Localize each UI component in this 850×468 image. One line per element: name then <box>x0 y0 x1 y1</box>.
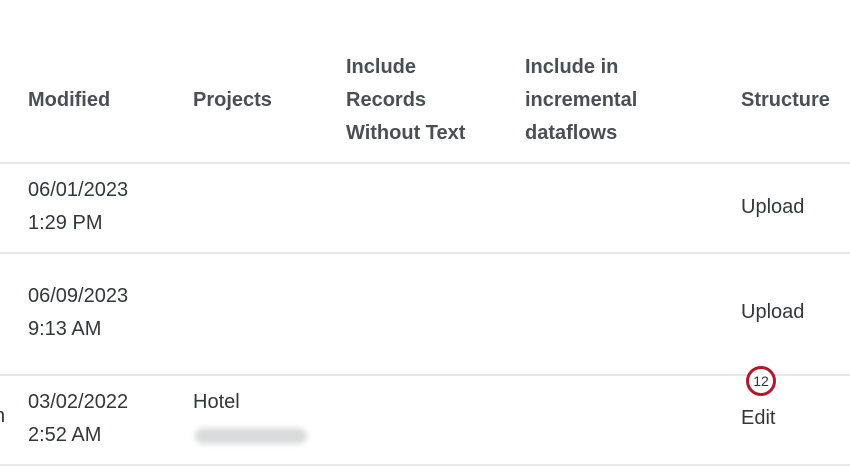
callout-number-badge: 12 <box>746 366 776 396</box>
header-line: incremental <box>525 89 638 111</box>
header-line: Include in <box>525 56 619 78</box>
project-name: Hotel <box>193 391 240 413</box>
modified-date: 06/01/2023 <box>28 179 129 201</box>
structure-upload-link[interactable]: Upload <box>741 191 804 224</box>
column-header-structure[interactable]: Structure <box>741 84 830 117</box>
modified-time: 1:29 PM <box>28 212 103 234</box>
modified-cell: 06/09/2023 9:13 AM <box>28 280 128 346</box>
table-row: 06/09/2023 9:13 AM Upload <box>0 254 850 374</box>
table-header: Modified Projects Include Records Withou… <box>0 0 850 162</box>
modified-date: 03/02/2022 <box>28 391 129 413</box>
modified-date: 06/09/2023 <box>28 285 129 307</box>
row-divider <box>0 464 850 466</box>
callout-number: 12 <box>753 373 769 389</box>
header-line: Records <box>346 89 427 111</box>
column-header-include-incremental-dataflows[interactable]: Include in incremental dataflows <box>525 51 637 150</box>
structure-edit-link[interactable]: Edit <box>741 402 775 435</box>
structure-upload-link[interactable]: Upload <box>741 296 804 329</box>
modified-cell: 03/02/2022 2:52 AM <box>28 386 128 452</box>
column-header-include-records-without-text[interactable]: Include Records Without Text <box>346 51 465 150</box>
column-header-modified[interactable]: Modified <box>28 84 110 117</box>
header-line: dataflows <box>525 122 618 144</box>
redacted-text <box>195 428 307 444</box>
modified-cell: 06/01/2023 1:29 PM <box>28 174 128 240</box>
column-header-projects[interactable]: Projects <box>193 84 272 117</box>
table-row: n 03/02/2022 2:52 AM Hotel Edit <box>0 376 850 464</box>
header-line: Without Text <box>346 122 466 144</box>
modified-time: 9:13 AM <box>28 318 102 340</box>
modified-time: 2:52 AM <box>28 424 102 446</box>
projects-cell: Hotel <box>193 386 240 419</box>
header-line: Include <box>346 56 417 78</box>
truncated-cell-text: n <box>0 400 5 433</box>
table-row: 06/01/2023 1:29 PM Upload <box>0 164 850 252</box>
